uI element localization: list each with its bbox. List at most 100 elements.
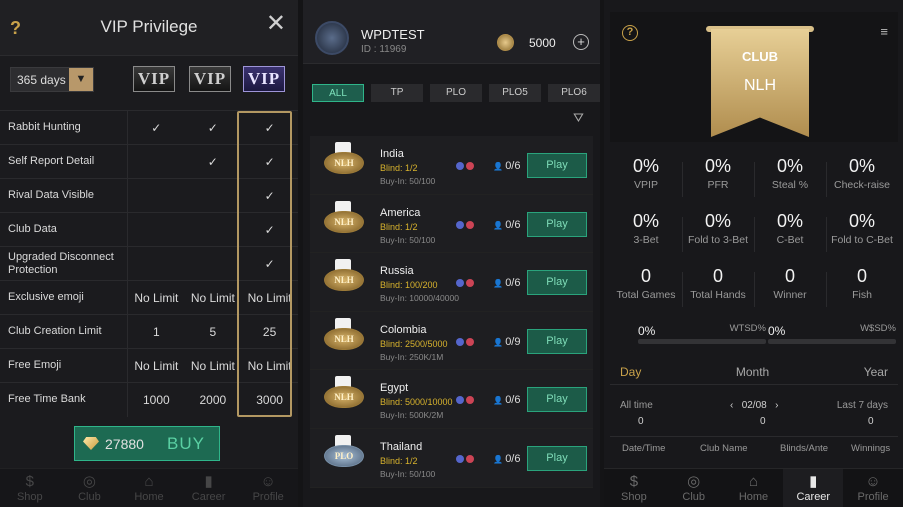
benefit-label: Exclusive emoji xyxy=(0,280,129,315)
tab-year[interactable]: Year xyxy=(864,365,888,384)
nav-career[interactable]: ▮ Career xyxy=(783,469,844,507)
nav-career[interactable]: ▮ Career xyxy=(179,469,239,507)
vip-tier-2-badge[interactable]: VIP xyxy=(189,66,231,92)
nav-club[interactable]: ◎ Club xyxy=(60,469,120,507)
play-button[interactable]: Play xyxy=(527,153,587,178)
game-type-icon: NLH xyxy=(324,327,364,350)
buy-label: BUY xyxy=(167,434,205,453)
game-type-icon: NLH xyxy=(324,269,364,292)
tab-plo5[interactable]: PLO5 xyxy=(489,84,541,102)
stat-label: Total Hands xyxy=(690,289,746,301)
wtsd-value: 0% xyxy=(638,324,656,338)
vip-benefit-row: Free Time Bank 1000 2000 3000 xyxy=(0,382,298,417)
table-buyin: Buy-In: 50/100 xyxy=(380,234,436,245)
stat-label: VPIP xyxy=(634,179,658,191)
check-icon: ✓ xyxy=(184,144,242,179)
table-row[interactable]: NLH Egypt Blind: 5000/10000 Buy-In: 500K/2M… xyxy=(310,370,593,429)
table-buyin: Buy-In: 50/100 xyxy=(380,176,436,186)
user-id: ID : 11969 xyxy=(361,44,407,55)
play-button[interactable]: Play xyxy=(527,328,587,354)
nav-profile[interactable]: ☺ Profile xyxy=(238,469,298,507)
club-icon: ◎ xyxy=(687,473,701,490)
chevron-right-icon[interactable]: › xyxy=(775,400,778,411)
nav-shop[interactable]: $ Shop xyxy=(0,469,60,507)
user-header: WPDTEST ID : 11969 5000 + xyxy=(303,0,600,64)
stat-value: 0% xyxy=(776,156,803,176)
benefit-label: Rabbit Hunting xyxy=(0,110,129,145)
player-icon: 👤 xyxy=(493,337,506,347)
stat-cell: 0% Check-raise xyxy=(826,150,898,205)
play-button[interactable]: Play xyxy=(527,445,587,471)
avatar[interactable] xyxy=(315,21,349,55)
table-buyin: Buy-In: 10000/40000 xyxy=(380,293,459,304)
player-icon: 👤 xyxy=(493,454,506,464)
table-row[interactable]: NLH America Blind: 1/2 Buy-In: 50/100 👤 0/6 P… xyxy=(310,194,593,254)
tab-month[interactable]: Month xyxy=(736,365,769,384)
wsd-value: 0% xyxy=(768,324,786,338)
table-row[interactable]: NLH Russia Blind: 100/200 Buy-In: 10000/400… xyxy=(310,253,593,312)
tab-plo6[interactable]: PLO6 xyxy=(548,84,600,102)
check-icon: ✓ xyxy=(241,144,298,179)
date-count: 0 xyxy=(760,416,766,427)
stat-label: Fold to C-Bet xyxy=(831,234,893,246)
buy-button[interactable]: 27880 BUY xyxy=(74,426,220,461)
chevron-left-icon[interactable]: ‹ xyxy=(730,400,733,411)
col-winnings: Winnings xyxy=(851,443,891,454)
table-row[interactable]: PLO Thailand Blind: 1/2 Buy-In: 50/100 👤 0/6… xyxy=(310,428,593,488)
tab-day[interactable]: Day xyxy=(620,365,641,384)
play-button[interactable]: Play xyxy=(527,270,587,296)
table-row[interactable]: NLH India Blind: 1/2 Buy-In: 50/100 👤 0/6 Pla… xyxy=(310,136,593,195)
add-coins-icon[interactable]: + xyxy=(573,34,589,50)
wtsd-label: WTSD% xyxy=(729,323,766,334)
home-icon: ⌂ xyxy=(144,473,154,490)
nav-shop[interactable]: $ Shop xyxy=(604,469,664,507)
table-blind: Blind: 1/2 xyxy=(380,163,418,173)
period-select[interactable]: 365 days ▼ xyxy=(10,67,94,92)
table-feature-icons xyxy=(456,454,474,463)
table-blind: Blind: 1/2 xyxy=(380,221,418,232)
player-count-value: 0/6 xyxy=(505,452,521,465)
close-icon[interactable]: ✕ xyxy=(266,12,286,36)
club-title: CLUB xyxy=(741,49,779,64)
chevron-down-icon[interactable]: ▼ xyxy=(69,68,93,91)
col-club: Club Name xyxy=(700,443,748,454)
stat-value: 0% xyxy=(848,156,875,176)
period-value: 365 days xyxy=(17,73,66,87)
table-blind: Blind: 2500/5000 xyxy=(380,338,448,349)
filter-icon[interactable]: ⛛ xyxy=(573,110,584,126)
stat-value: 0% xyxy=(632,156,659,176)
nav-profile[interactable]: ☺ Profile xyxy=(843,469,903,507)
date-selector[interactable]: ‹ 02/08 › xyxy=(730,400,778,411)
period-tabs: Day Month Year xyxy=(610,365,898,385)
stat-value: 0 xyxy=(640,266,651,286)
vip-tier-1-badge[interactable]: VIP xyxy=(133,66,175,92)
vip-tier-3-badge[interactable]: VIP xyxy=(243,66,285,92)
table-feature-icons xyxy=(456,220,474,229)
vip-privilege-panel: ? VIP Privilege ✕ 365 days ▼ VIP VIP VIP… xyxy=(0,0,298,507)
benefit-value: No Limit xyxy=(241,348,298,383)
benefit-label: Club Creation Limit xyxy=(0,314,129,349)
nav-club[interactable]: ◎ Club xyxy=(664,469,724,507)
nav-home[interactable]: ⌂ Home xyxy=(724,469,784,507)
last-7-days-label[interactable]: Last 7 days xyxy=(837,400,888,411)
lobby-panel: WPDTEST ID : 11969 5000 + ALL TP PLO PLO5 PL… xyxy=(303,0,600,507)
nav-home[interactable]: ⌂ Home xyxy=(119,469,179,507)
help-icon[interactable]: ? xyxy=(622,25,638,41)
tab-tp[interactable]: TP xyxy=(371,84,423,102)
play-button[interactable]: Play xyxy=(527,387,587,413)
home-icon: ⌂ xyxy=(748,473,759,490)
benefit-value: 1 xyxy=(127,314,185,349)
all-time-label[interactable]: All time xyxy=(620,400,653,411)
table-row[interactable]: NLH Colombia Blind: 2500/5000 Buy-In: 250K/… xyxy=(310,311,593,371)
feature-s-icon xyxy=(456,279,464,288)
check-icon: ✓ xyxy=(127,110,185,145)
tab-all[interactable]: ALL xyxy=(312,84,364,102)
stat-label: C-Bet xyxy=(776,234,804,246)
check-icon: ✓ xyxy=(241,110,298,145)
menu-icon[interactable]: ≡ xyxy=(880,24,888,39)
coin-balance: 5000 xyxy=(529,36,556,50)
play-button[interactable]: Play xyxy=(527,211,587,237)
stat-value: 0 xyxy=(856,266,867,286)
tab-plo[interactable]: PLO xyxy=(430,84,482,102)
table-name: Egypt xyxy=(380,382,409,395)
